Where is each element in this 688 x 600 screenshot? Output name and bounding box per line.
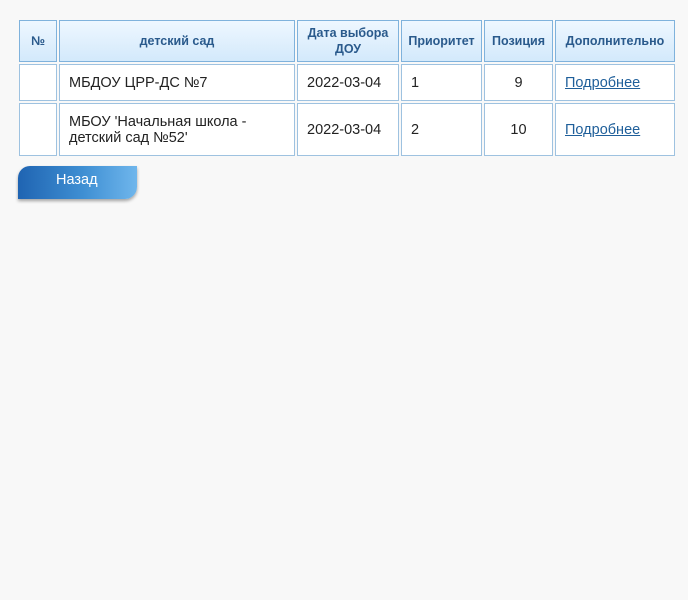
column-header-number: № [19, 20, 57, 62]
column-header-choice-date: Дата выбора ДОУ [297, 20, 399, 62]
table-header-row: № детский сад Дата выбора ДОУ Приоритет … [19, 20, 675, 62]
priority-cell: 2 [401, 103, 482, 156]
row-number-cell [19, 64, 57, 101]
priority-cell: 1 [401, 64, 482, 101]
details-link[interactable]: Подробнее [565, 75, 640, 91]
row-number-cell [19, 103, 57, 156]
details-cell: Подробнее [555, 64, 675, 101]
back-button[interactable]: Назад [18, 166, 137, 199]
kindergarten-name-cell: МБДОУ ЦРР-ДС №7 [59, 64, 295, 101]
kindergarten-queue-table: № детский сад Дата выбора ДОУ Приоритет … [17, 18, 677, 158]
column-header-priority: Приоритет [401, 20, 482, 62]
page: № детский сад Дата выбора ДОУ Приоритет … [0, 0, 688, 600]
column-header-position: Позиция [484, 20, 553, 62]
choice-date-cell: 2022-03-04 [297, 64, 399, 101]
details-cell: Подробнее [555, 103, 675, 156]
column-header-kindergarten: детский сад [59, 20, 295, 62]
details-link[interactable]: Подробнее [565, 122, 640, 138]
position-cell: 10 [484, 103, 553, 156]
kindergarten-name-cell: МБОУ 'Начальная школа - детский сад №52' [59, 103, 295, 156]
choice-date-cell: 2022-03-04 [297, 103, 399, 156]
table-row: МБОУ 'Начальная школа - детский сад №52'… [19, 103, 675, 156]
column-header-extra: Дополнительно [555, 20, 675, 62]
table-row: МБДОУ ЦРР-ДС №7 2022-03-04 1 9 Подробнее [19, 64, 675, 101]
position-cell: 9 [484, 64, 553, 101]
